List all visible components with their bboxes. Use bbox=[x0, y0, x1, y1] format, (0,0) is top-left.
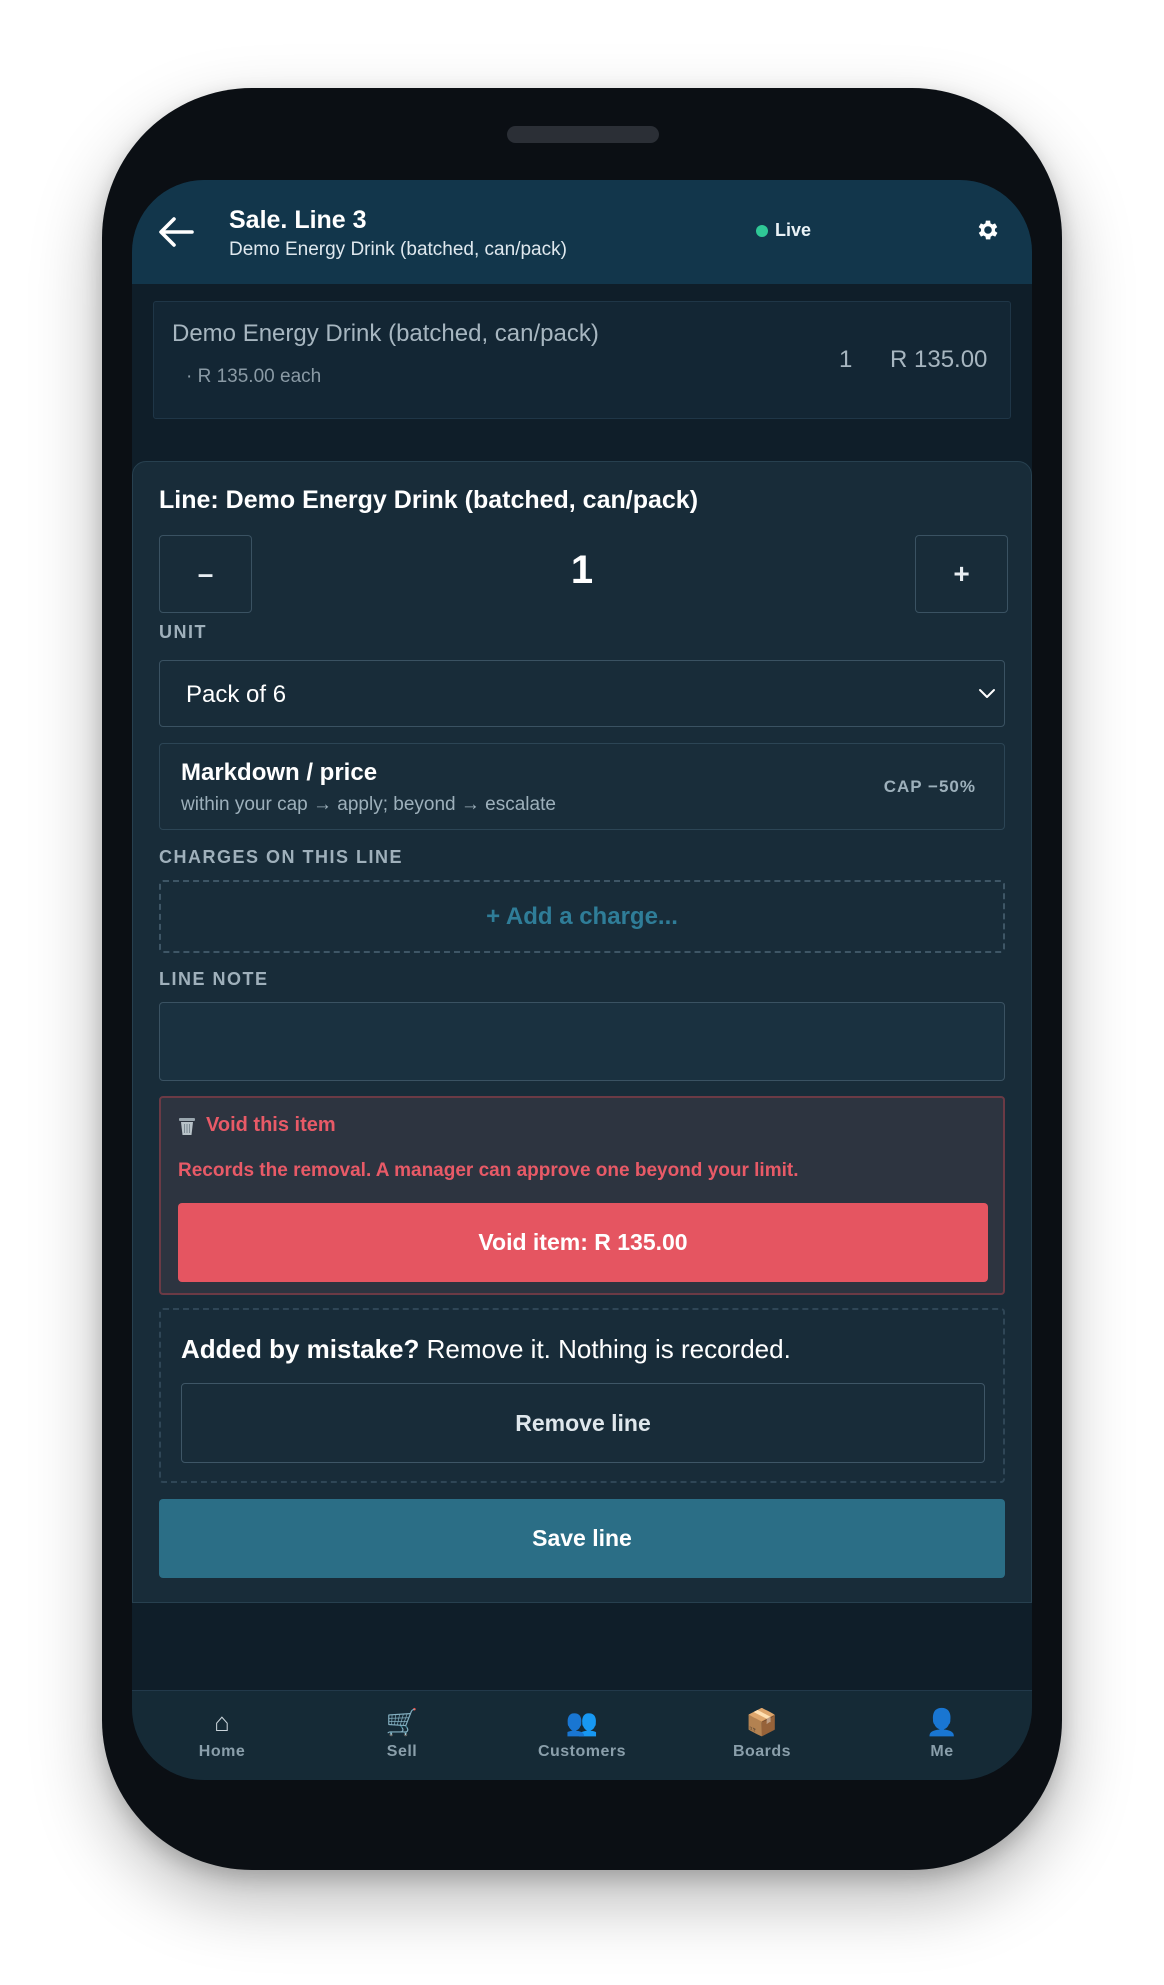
unit-select-value: Pack of 6 bbox=[186, 681, 287, 708]
line-unit-price: · R 135.00 each bbox=[186, 366, 322, 387]
void-header: Void this item bbox=[178, 1114, 336, 1137]
add-charge-button[interactable]: + Add a charge... bbox=[159, 880, 1005, 953]
live-status: Live bbox=[756, 220, 811, 241]
package-icon: 📦 bbox=[745, 1707, 779, 1737]
nav-item-sell[interactable]: 🛒 Sell bbox=[312, 1691, 492, 1780]
remove-line-button[interactable]: Remove line bbox=[181, 1383, 985, 1463]
line-note-label: LINE NOTE bbox=[159, 969, 269, 989]
nav-label: Boards bbox=[732, 1743, 792, 1760]
app-screen: Sale. Line 3 Demo Energy Drink (batched,… bbox=[132, 180, 1032, 1780]
void-title: Void this item bbox=[206, 1114, 336, 1136]
app-header: Sale. Line 3 Demo Energy Drink (batched,… bbox=[132, 180, 1032, 284]
markdown-subtitle: within your cap → apply; beyond → escala… bbox=[181, 794, 556, 815]
void-description: Records the removal. A manager can appro… bbox=[178, 1160, 799, 1181]
live-dot-icon bbox=[756, 224, 768, 237]
nav-label: Sell bbox=[386, 1743, 418, 1760]
editor-title: Line: Demo Energy Drink (batched, can/pa… bbox=[159, 486, 699, 514]
mistake-message: Added by mistake? Remove it. Nothing is … bbox=[181, 1334, 791, 1365]
customers-icon: 👥 bbox=[565, 1707, 599, 1737]
cart-icon: 🛒 bbox=[385, 1707, 419, 1737]
quantity-value: 1 bbox=[570, 548, 594, 592]
void-item-section: Void this item Records the removal. A ma… bbox=[159, 1096, 1005, 1295]
user-icon: 👤 bbox=[925, 1707, 959, 1737]
nav-item-customers[interactable]: 👥 Customers bbox=[492, 1691, 672, 1780]
bottom-nav: ⌂ Home 🛒 Sell 👥 Customers 📦 Boards 👤 Me bbox=[132, 1690, 1032, 1780]
markdown-price-row[interactable]: Markdown / price within your cap → apply… bbox=[159, 743, 1005, 830]
void-item-button[interactable]: Void item: R 135.00 bbox=[178, 1203, 988, 1282]
save-line-button[interactable]: Save line bbox=[159, 1499, 1005, 1578]
phone-speaker bbox=[507, 126, 659, 143]
mistake-question: Added by mistake? bbox=[181, 1334, 420, 1364]
markdown-cap-badge: CAP −50% bbox=[883, 777, 976, 796]
line-quantity: 1 bbox=[839, 346, 853, 373]
charges-label: CHARGES ON THIS LINE bbox=[159, 847, 404, 867]
home-icon: ⌂ bbox=[214, 1707, 230, 1737]
line-total: R 135.00 bbox=[890, 346, 988, 373]
chevron-down-icon bbox=[979, 689, 995, 698]
nav-label: Me bbox=[930, 1743, 954, 1760]
sale-line-row[interactable]: Demo Energy Drink (batched, can/pack) · … bbox=[153, 301, 1011, 419]
trash-icon bbox=[179, 1117, 195, 1135]
nav-item-home[interactable]: ⌂ Home bbox=[132, 1691, 312, 1780]
line-editor-panel: Line: Demo Energy Drink (batched, can/pa… bbox=[132, 461, 1032, 1603]
nav-label: Customers bbox=[537, 1743, 627, 1760]
mistake-explanation: Remove it. Nothing is recorded. bbox=[419, 1334, 791, 1364]
unit-select[interactable]: Pack of 6 bbox=[159, 660, 1005, 727]
page-title: Sale. Line 3 bbox=[229, 206, 367, 234]
increment-button[interactable]: + bbox=[915, 535, 1008, 613]
nav-item-me[interactable]: 👤 Me bbox=[852, 1691, 1032, 1780]
remove-line-section: Added by mistake? Remove it. Nothing is … bbox=[159, 1308, 1005, 1483]
line-note-input[interactable] bbox=[159, 1002, 1005, 1081]
unit-label: UNIT bbox=[159, 622, 207, 642]
live-status-label: Live bbox=[775, 220, 812, 240]
nav-item-boards[interactable]: 📦 Boards bbox=[672, 1691, 852, 1780]
gear-icon[interactable] bbox=[975, 217, 1001, 243]
back-arrow-icon[interactable] bbox=[158, 216, 194, 248]
nav-label: Home bbox=[198, 1743, 246, 1760]
page-subtitle: Demo Energy Drink (batched, can/pack) bbox=[229, 239, 567, 260]
phone-frame: Sale. Line 3 Demo Energy Drink (batched,… bbox=[102, 88, 1062, 1870]
markdown-title: Markdown / price bbox=[181, 759, 378, 786]
line-item-name: Demo Energy Drink (batched, can/pack) bbox=[172, 320, 599, 347]
